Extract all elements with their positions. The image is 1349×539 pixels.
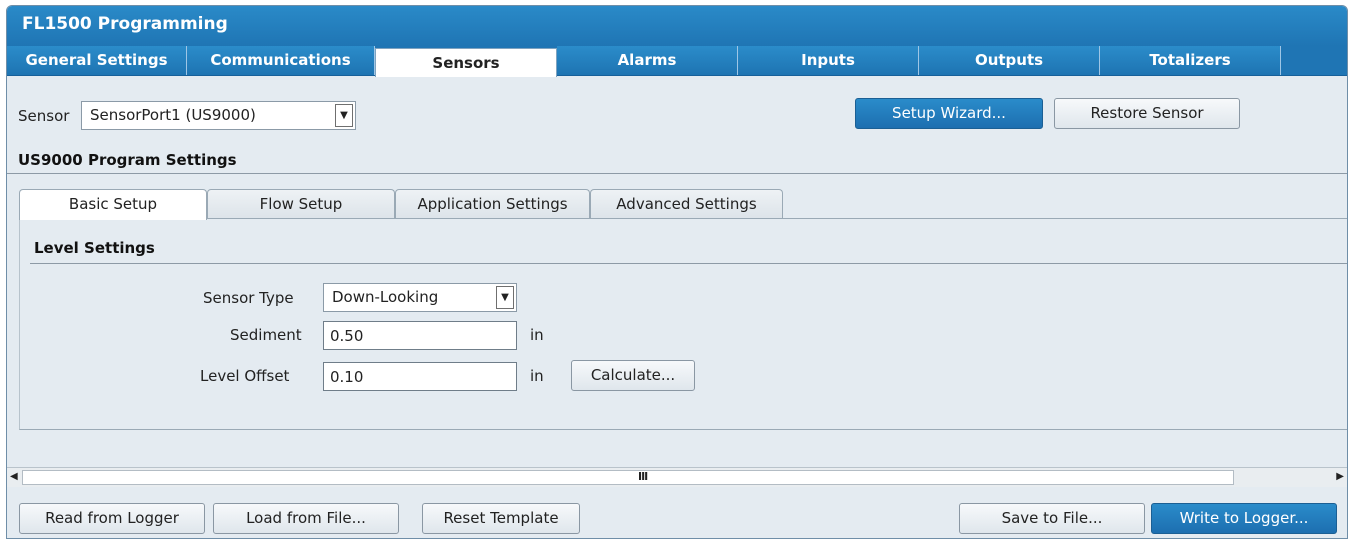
chevron-down-icon[interactable]: ▼ — [335, 104, 353, 127]
write-to-logger-button[interactable]: Write to Logger... — [1151, 503, 1337, 534]
save-to-file-button[interactable]: Save to File... — [959, 503, 1145, 534]
window-title: FL1500 Programming — [22, 14, 228, 34]
divider — [30, 263, 1347, 264]
scroll-left-icon[interactable]: ◀ — [10, 471, 18, 482]
setup-wizard-button[interactable]: Setup Wizard... — [855, 98, 1043, 129]
chevron-down-icon[interactable]: ▼ — [496, 286, 514, 309]
level-settings-title: Level Settings — [34, 239, 155, 257]
divider — [7, 173, 1347, 174]
sensor-select[interactable]: SensorPort1 (US9000) ▼ — [81, 101, 356, 130]
sediment-unit: in — [530, 326, 544, 344]
sub-tab-bar: Basic Setup Flow Setup Application Setti… — [19, 189, 1347, 220]
sensors-content: Sensor SensorPort1 (US9000) ▼ Setup Wiza… — [7, 77, 1347, 469]
sediment-label: Sediment — [230, 326, 302, 344]
scrollbar-grip-icon: III — [638, 470, 648, 483]
main-tab-bar: General Settings Communications Sensors … — [7, 46, 1347, 78]
title-bar: FL1500 Programming — [7, 6, 1347, 46]
subtab-flow-setup[interactable]: Flow Setup — [207, 189, 395, 219]
scrollbar-thumb[interactable] — [22, 470, 1234, 485]
subtab-advanced-settings[interactable]: Advanced Settings — [590, 189, 783, 219]
level-offset-label: Level Offset — [200, 367, 290, 385]
level-offset-unit: in — [530, 367, 544, 385]
tab-totalizers[interactable]: Totalizers — [1100, 46, 1281, 75]
tab-general-settings[interactable]: General Settings — [7, 46, 187, 75]
bottom-toolbar: Read from Logger Load from File... Reset… — [7, 487, 1347, 538]
sensor-type-value: Down-Looking — [332, 288, 439, 306]
level-offset-input[interactable] — [324, 363, 516, 390]
sensor-type-label: Sensor Type — [203, 289, 294, 307]
sediment-field[interactable] — [323, 321, 517, 350]
program-settings-title: US9000 Program Settings — [18, 151, 237, 169]
subtab-application-settings[interactable]: Application Settings — [395, 189, 590, 219]
reset-template-button[interactable]: Reset Template — [422, 503, 580, 534]
scroll-right-icon[interactable]: ▶ — [1336, 471, 1344, 482]
level-offset-field[interactable] — [323, 362, 517, 391]
tab-communications[interactable]: Communications — [187, 46, 375, 75]
tab-inputs[interactable]: Inputs — [738, 46, 919, 75]
sensor-select-value: SensorPort1 (US9000) — [90, 106, 256, 124]
load-from-file-button[interactable]: Load from File... — [213, 503, 399, 534]
restore-sensor-button[interactable]: Restore Sensor — [1054, 98, 1240, 129]
tab-sensors[interactable]: Sensors — [375, 48, 557, 78]
calculate-button[interactable]: Calculate... — [571, 360, 695, 391]
sensor-type-select[interactable]: Down-Looking ▼ — [323, 283, 517, 312]
sediment-input[interactable] — [324, 322, 516, 349]
horizontal-scrollbar[interactable]: ◀ III ▶ — [7, 467, 1347, 487]
tab-alarms[interactable]: Alarms — [557, 46, 738, 75]
subtab-basic-setup[interactable]: Basic Setup — [19, 189, 207, 220]
programming-window: FL1500 Programming General Settings Comm… — [6, 5, 1348, 539]
sensor-label: Sensor — [18, 107, 70, 125]
tab-outputs[interactable]: Outputs — [919, 46, 1100, 75]
basic-setup-panel: Level Settings Sensor Type Down-Looking … — [19, 218, 1347, 430]
read-from-logger-button[interactable]: Read from Logger — [19, 503, 205, 534]
